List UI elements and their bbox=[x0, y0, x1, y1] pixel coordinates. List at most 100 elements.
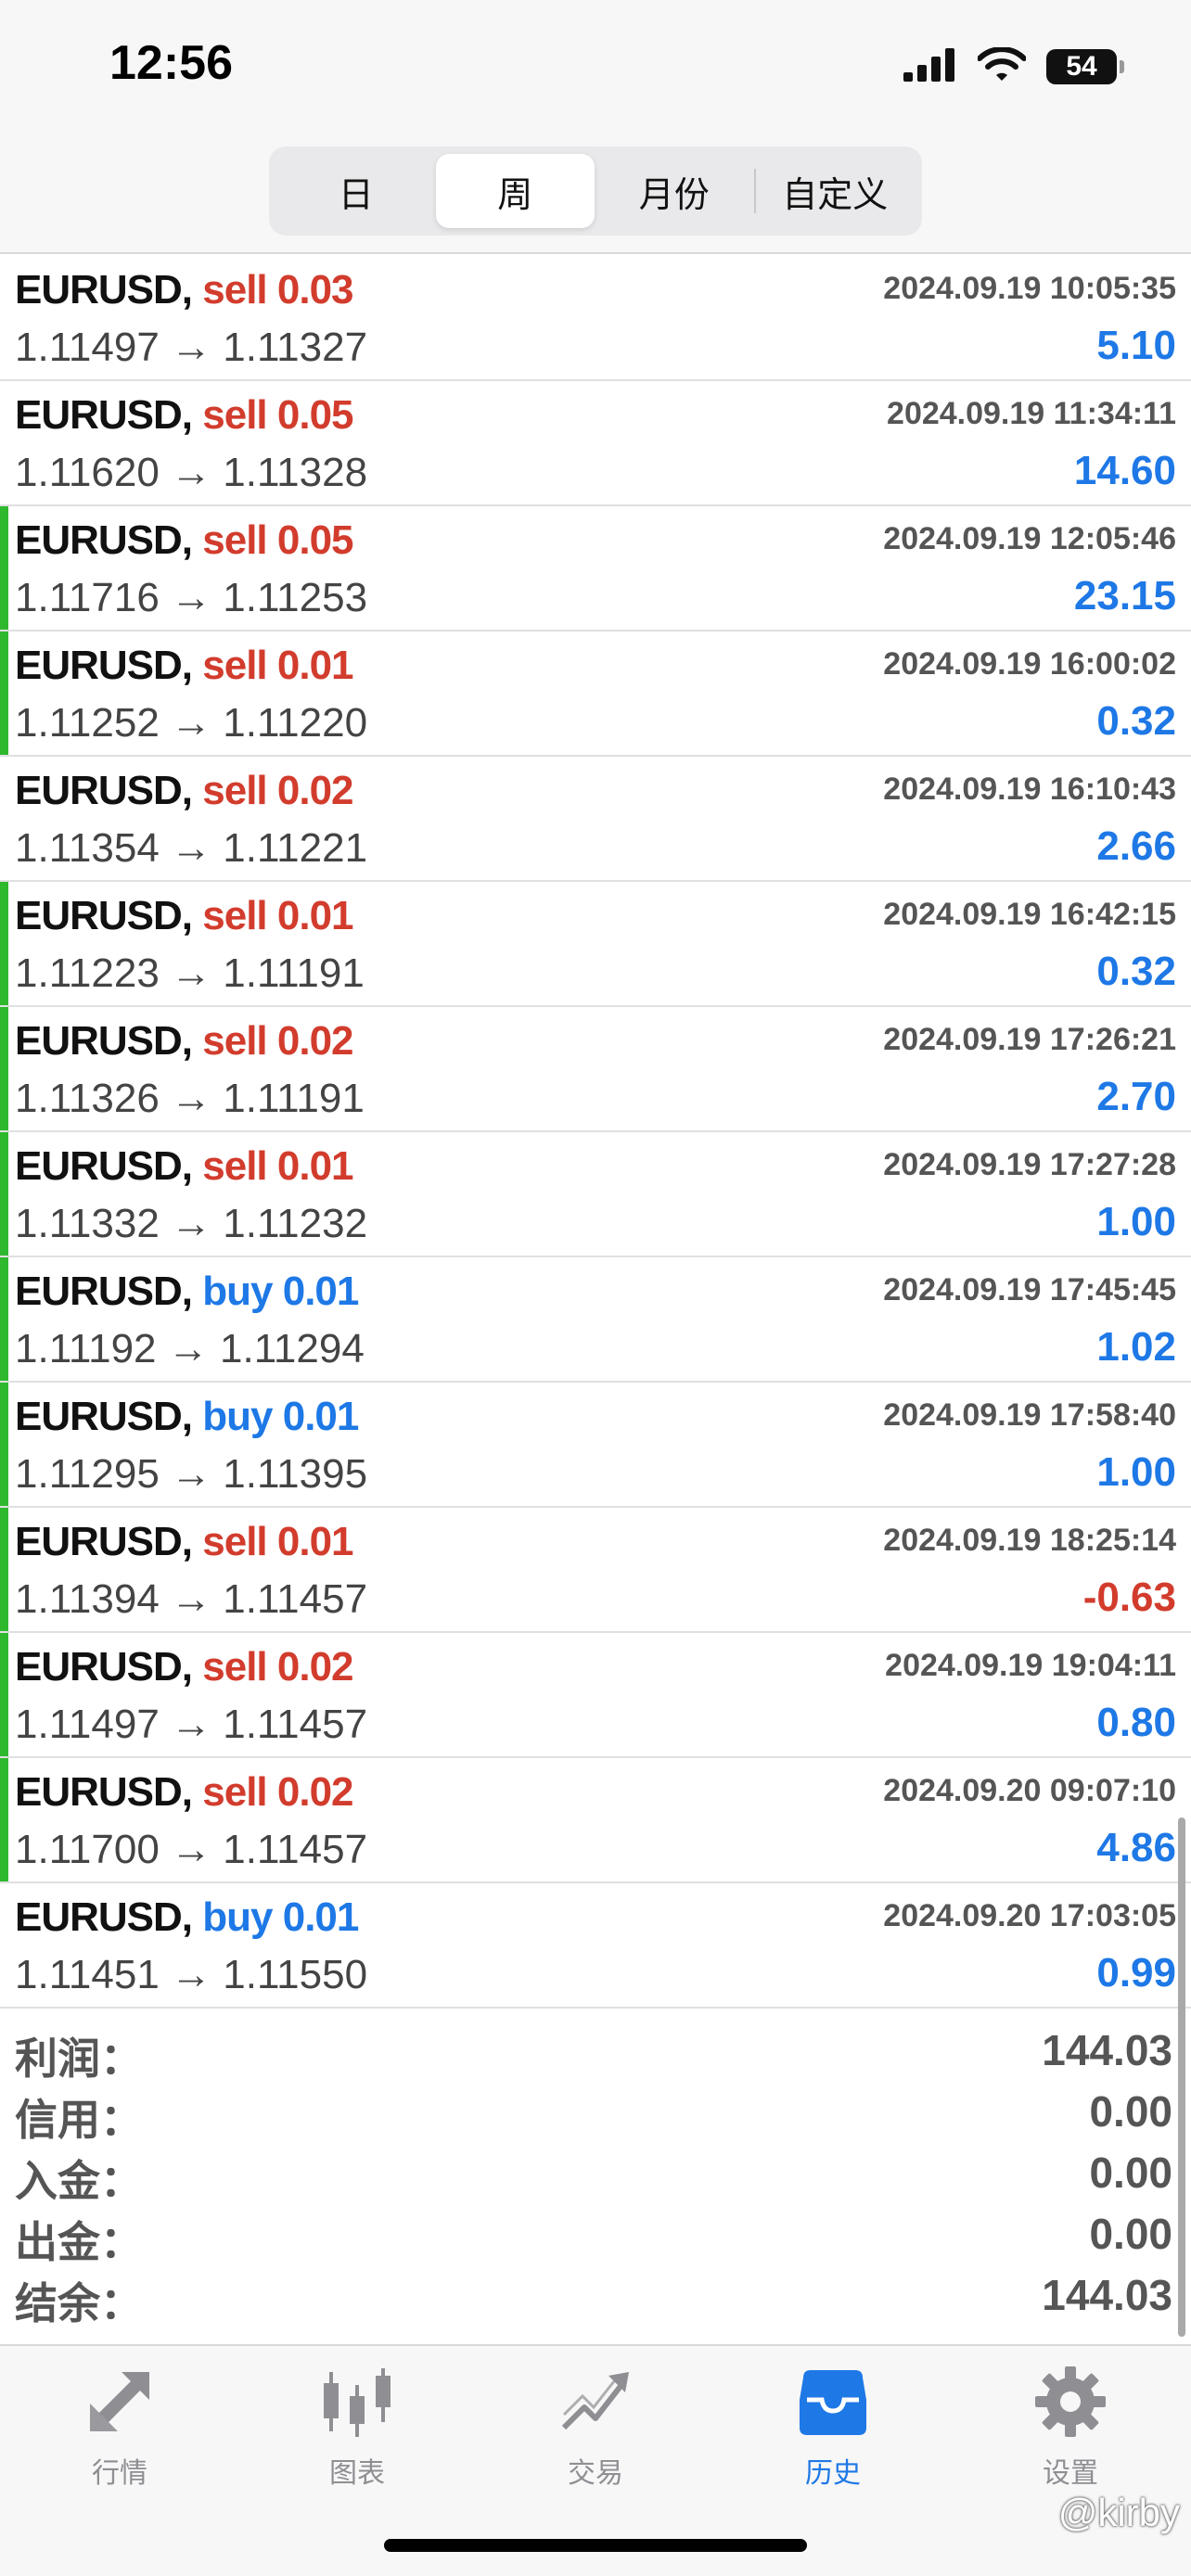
trade-lots: 0.01 bbox=[282, 1269, 360, 1314]
price-arrow-icon: → bbox=[171, 1201, 212, 1246]
trade-row[interactable]: EURUSD, sell 0.05 2024.09.19 11:34:11 1.11… bbox=[0, 381, 1191, 506]
close-price: 1.11294 bbox=[220, 1326, 365, 1371]
trade-close-time: 2024.09.20 17:03:05 bbox=[883, 1898, 1176, 1933]
period-selector-bar: 日周月份 自定义 bbox=[0, 139, 1191, 254]
trade-profit: 2.70 bbox=[1096, 1074, 1176, 1119]
trade-title: EURUSD, sell 0.03 bbox=[15, 267, 354, 313]
trade-lots: 0.01 bbox=[276, 643, 354, 688]
trade-row[interactable]: EURUSD, buy 0.01 2024.09.19 17:45:45 1.111… bbox=[0, 1257, 1191, 1383]
trade-row[interactable]: EURUSD, buy 0.01 2024.09.20 17:03:05 1.114… bbox=[0, 1883, 1191, 2009]
scrollbar[interactable] bbox=[1178, 1817, 1185, 2337]
close-price: 1.11457 bbox=[223, 1576, 368, 1622]
trade-title: EURUSD, sell 0.05 bbox=[15, 517, 354, 564]
trade-row[interactable]: EURUSD, sell 0.02 2024.09.19 19:04:11 1.11… bbox=[0, 1633, 1191, 1758]
cellular-signal-icon bbox=[903, 47, 957, 86]
battery-indicator: 54 bbox=[1046, 49, 1124, 84]
quotes-arrows-icon bbox=[45, 2363, 194, 2441]
trade-close-time: 2024.09.19 16:10:43 bbox=[883, 772, 1176, 807]
open-price: 1.11497 bbox=[15, 325, 160, 370]
trade-side: sell bbox=[202, 1644, 267, 1690]
trade-side: sell bbox=[202, 768, 267, 813]
trade-title: EURUSD, sell 0.01 bbox=[15, 1519, 354, 1565]
trade-prices: 1.11497 → 1.11457 bbox=[15, 1702, 367, 1748]
trade-profit: 14.60 bbox=[1073, 448, 1176, 493]
open-price: 1.11620 bbox=[15, 450, 160, 495]
trade-row[interactable]: EURUSD, sell 0.02 2024.09.19 16:10:43 1.11… bbox=[0, 757, 1191, 882]
trade-prices: 1.11394 → 1.11457 bbox=[15, 1576, 367, 1623]
segment-option[interactable]: 周 bbox=[435, 154, 595, 228]
segment-option[interactable]: 月份 bbox=[595, 154, 754, 228]
tab-label: 图表 bbox=[329, 2457, 385, 2490]
trade-row[interactable]: EURUSD, sell 0.02 2024.09.19 17:26:21 1.11… bbox=[0, 1007, 1191, 1132]
tab-label: 交易 bbox=[568, 2457, 623, 2490]
home-indicator bbox=[384, 2539, 807, 2552]
trade-lots: 0.02 bbox=[276, 1644, 354, 1690]
trade-profit: 2.66 bbox=[1096, 823, 1176, 869]
trade-row[interactable]: EURUSD, sell 0.01 2024.09.19 18:25:14 1.11… bbox=[0, 1508, 1191, 1633]
price-arrow-icon: → bbox=[171, 1702, 212, 1747]
trade-symbol: EURUSD, bbox=[15, 768, 193, 813]
period-segmented-control: 日周月份 自定义 bbox=[269, 147, 922, 236]
trade-row[interactable]: EURUSD, sell 0.05 2024.09.19 12:05:46 1.11… bbox=[0, 506, 1191, 631]
summary-label: 信用： bbox=[15, 2095, 143, 2145]
trade-lots: 0.05 bbox=[276, 392, 354, 438]
price-arrow-icon: → bbox=[171, 325, 212, 370]
trade-row[interactable]: EURUSD, sell 0.02 2024.09.20 09:07:10 1.11… bbox=[0, 1758, 1191, 1883]
price-arrow-icon: → bbox=[167, 1326, 209, 1371]
trade-prices: 1.11620 → 1.11328 bbox=[15, 450, 367, 496]
trade-symbol: EURUSD, bbox=[15, 1644, 193, 1690]
trade-prices: 1.11192 → 1.11294 bbox=[15, 1326, 365, 1372]
candlestick-chart-icon bbox=[283, 2363, 431, 2441]
trade-symbol: EURUSD, bbox=[15, 392, 193, 438]
segment-option[interactable]: 自定义 bbox=[756, 154, 916, 228]
trade-side: buy bbox=[202, 1394, 273, 1439]
trade-symbol: EURUSD, bbox=[15, 1018, 193, 1064]
trade-prices: 1.11497 → 1.11327 bbox=[15, 325, 367, 371]
trade-row[interactable]: EURUSD, sell 0.03 2024.09.19 10:05:35 1.11… bbox=[0, 256, 1191, 381]
summary-value: 144.03 bbox=[1042, 2026, 1172, 2074]
open-price: 1.11716 bbox=[15, 575, 160, 620]
trade-side: sell bbox=[202, 517, 267, 563]
summary-label: 入金： bbox=[15, 2156, 143, 2206]
trade-side: sell bbox=[202, 267, 267, 312]
open-price: 1.11451 bbox=[15, 1952, 160, 1997]
trade-close-time: 2024.09.19 17:27:28 bbox=[883, 1147, 1176, 1182]
tab-gear[interactable]: 设置 bbox=[996, 2363, 1145, 2502]
trade-lots: 0.02 bbox=[276, 768, 354, 813]
tab-quotes-arrows[interactable]: 行情 bbox=[45, 2363, 194, 2502]
summary-row: 入金： 0.00 bbox=[0, 2140, 1191, 2206]
trade-profit: 0.80 bbox=[1096, 1700, 1176, 1745]
trade-profit: 0.32 bbox=[1096, 698, 1176, 744]
tab-trade-trend[interactable]: 交易 bbox=[521, 2363, 670, 2502]
open-price: 1.11252 bbox=[15, 700, 160, 746]
summary-label: 结余： bbox=[15, 2278, 143, 2328]
segment-option[interactable]: 日 bbox=[276, 154, 436, 228]
open-price: 1.11700 bbox=[15, 1827, 160, 1872]
trade-row[interactable]: EURUSD, sell 0.01 2024.09.19 16:00:02 1.11… bbox=[0, 631, 1191, 757]
trade-prices: 1.11295 → 1.11395 bbox=[15, 1451, 367, 1498]
trade-side: buy bbox=[202, 1269, 273, 1314]
trade-symbol: EURUSD, bbox=[15, 1894, 193, 1940]
price-arrow-icon: → bbox=[171, 700, 212, 746]
tab-label: 历史 bbox=[805, 2457, 861, 2490]
trade-close-time: 2024.09.19 17:45:45 bbox=[883, 1272, 1176, 1307]
trade-prices: 1.11332 → 1.11232 bbox=[15, 1201, 367, 1247]
tab-history-inbox[interactable]: 历史 bbox=[759, 2363, 907, 2502]
open-price: 1.11394 bbox=[15, 1576, 160, 1622]
trade-close-time: 2024.09.19 16:00:02 bbox=[883, 646, 1176, 682]
trade-row[interactable]: EURUSD, sell 0.01 2024.09.19 16:42:15 1.11… bbox=[0, 882, 1191, 1007]
status-icons: 54 bbox=[903, 43, 1124, 91]
close-price: 1.11457 bbox=[223, 1827, 368, 1872]
tab-candlestick-chart[interactable]: 图表 bbox=[283, 2363, 431, 2502]
summary-value: 144.03 bbox=[1042, 2271, 1172, 2319]
trade-title: EURUSD, sell 0.01 bbox=[15, 893, 354, 939]
trade-side: sell bbox=[202, 1143, 267, 1189]
trade-title: EURUSD, buy 0.01 bbox=[15, 1269, 360, 1315]
open-price: 1.11497 bbox=[15, 1702, 160, 1747]
trade-row[interactable]: EURUSD, buy 0.01 2024.09.19 17:58:40 1.112… bbox=[0, 1383, 1191, 1508]
trade-row[interactable]: EURUSD, sell 0.01 2024.09.19 17:27:28 1.11… bbox=[0, 1132, 1191, 1257]
trade-title: EURUSD, sell 0.02 bbox=[15, 1018, 354, 1065]
trade-title: EURUSD, sell 0.02 bbox=[15, 1644, 354, 1690]
trade-close-time: 2024.09.19 16:42:15 bbox=[883, 897, 1176, 932]
tab-label: 设置 bbox=[1043, 2457, 1098, 2490]
